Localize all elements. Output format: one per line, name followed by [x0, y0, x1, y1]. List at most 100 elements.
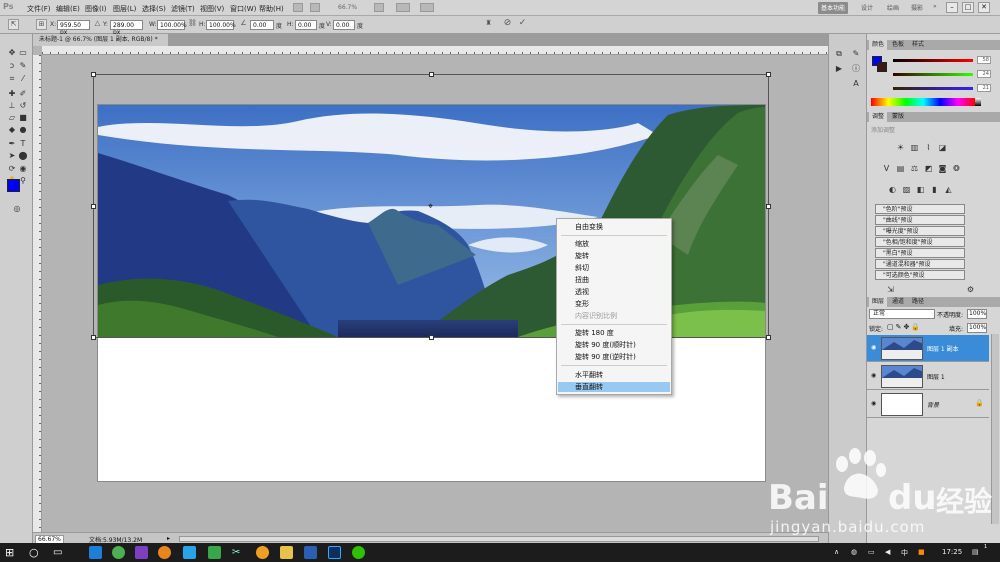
marquee-tool-icon[interactable]: ▭	[18, 48, 28, 58]
quick-select-tool-icon[interactable]: ✎	[18, 61, 28, 71]
preset-hue-saturation[interactable]: "色相/饱和度"预设	[875, 237, 965, 247]
path-select-tool-icon[interactable]: ➤	[7, 151, 17, 161]
lasso-tool-icon[interactable]: ↄ	[7, 61, 17, 71]
menu-layer[interactable]: 图层(L)	[113, 4, 136, 14]
levels-icon[interactable]: ▥	[909, 142, 920, 153]
preset-exposure[interactable]: "曝光度"预设	[875, 226, 965, 236]
preset-curves[interactable]: "曲线"预设	[875, 215, 965, 225]
file-explorer-icon[interactable]	[280, 546, 293, 559]
blue-slider[interactable]	[893, 87, 973, 90]
gradient-tool-icon[interactable]: ■	[18, 113, 28, 123]
maximize-button[interactable]: □	[962, 2, 974, 13]
crop-tool-icon[interactable]: ⌗	[7, 74, 17, 84]
bridge-icon[interactable]	[293, 3, 303, 12]
tab-layers[interactable]: 图层	[869, 297, 888, 307]
ctx-flip-horizontal[interactable]: 水平翻转	[558, 370, 670, 380]
ctx-scale[interactable]: 缩放	[558, 239, 670, 249]
selective-color-icon[interactable]: ◭	[943, 184, 954, 195]
zoom-level[interactable]: 66.7%	[338, 4, 357, 11]
screen-mode-icon[interactable]	[420, 3, 434, 12]
exposure-icon[interactable]: ◪	[937, 142, 948, 153]
color-spectrum-bar[interactable]	[871, 98, 975, 106]
search-icon[interactable]: ○	[29, 546, 42, 559]
brush-tool-icon[interactable]: ✐	[18, 89, 28, 99]
preset-selective-color[interactable]: "可选颜色"预设	[875, 270, 965, 280]
battery-icon[interactable]: ▭	[868, 548, 875, 556]
handle-top-center[interactable]	[429, 72, 434, 77]
handle-bottom-right[interactable]	[766, 335, 771, 340]
handle-middle-right[interactable]	[766, 204, 771, 209]
ctx-rotate-90-ccw[interactable]: 旋转 90 度(逆时针)	[558, 352, 670, 362]
width-field[interactable]: 100.00%	[157, 20, 187, 30]
x-field[interactable]: 959.50 px	[57, 20, 90, 36]
blue-value[interactable]: 21	[977, 84, 991, 92]
ctx-perspective[interactable]: 透视	[558, 287, 670, 297]
shape-tool-icon[interactable]: ⬤	[18, 151, 28, 161]
link-icon[interactable]: ⛓	[188, 19, 197, 30]
3d-rotate-tool-icon[interactable]: ⟳	[7, 164, 17, 174]
handle-bottom-center[interactable]	[429, 335, 434, 340]
history-panel-icon[interactable]: ⧉	[834, 49, 844, 59]
layer-name[interactable]: 背景	[927, 400, 939, 409]
word-icon[interactable]	[304, 546, 317, 559]
menu-view[interactable]: 视图(V)	[200, 4, 224, 14]
ime-indicator[interactable]: 中	[901, 548, 908, 558]
tab-masks[interactable]: 蒙版	[889, 112, 907, 122]
adjustment-options-icon[interactable]: ⚙	[965, 284, 976, 295]
hskew-field[interactable]: 0.00	[295, 20, 317, 30]
brush-panel-icon[interactable]: ✎	[851, 49, 861, 59]
hue-saturation-icon[interactable]: ▤	[895, 163, 906, 174]
menu-edit[interactable]: 编辑(E)	[56, 4, 80, 14]
transform-tool-icon[interactable]: ⇱	[8, 19, 19, 30]
visibility-eye-icon[interactable]: ◉	[871, 372, 879, 380]
blur-tool-icon[interactable]: ◆	[7, 125, 17, 135]
handle-top-left[interactable]	[91, 72, 96, 77]
menu-image[interactable]: 图像(I)	[85, 4, 107, 14]
opacity-field[interactable]: 100%	[967, 309, 987, 319]
tab-channels[interactable]: 通道	[889, 297, 907, 307]
photo-filter-icon[interactable]: ◙	[937, 163, 948, 174]
handle-bottom-left[interactable]	[91, 335, 96, 340]
color-balance-icon[interactable]: ⚖	[909, 163, 920, 174]
curves-icon[interactable]: ⌇	[923, 142, 934, 153]
menu-filter[interactable]: 滤镜(T)	[171, 4, 195, 14]
healing-brush-icon[interactable]: ✚	[7, 89, 17, 99]
ctx-free-transform[interactable]: 自由变换	[558, 222, 670, 232]
workspace-photography[interactable]: 摄影	[908, 2, 926, 14]
green-slider[interactable]	[893, 73, 973, 76]
clock[interactable]: 17:25	[942, 548, 962, 556]
blend-mode-select[interactable]: 正常	[869, 309, 935, 319]
wechat-icon[interactable]	[352, 546, 365, 559]
clone-stamp-icon[interactable]: ⊥	[7, 101, 17, 111]
green-app-icon[interactable]	[208, 546, 221, 559]
3d-camera-tool-icon[interactable]: ◉	[18, 164, 28, 174]
clip-to-layer-icon[interactable]: ⇲	[885, 284, 896, 295]
minibridge-icon[interactable]	[310, 3, 320, 12]
pen-tool-icon[interactable]: ✒	[7, 139, 17, 149]
angle-field[interactable]: 0.00	[250, 20, 274, 30]
volume-icon[interactable]: ◀	[885, 548, 890, 556]
visibility-eye-icon[interactable]: ◉	[871, 400, 879, 408]
lock-icons[interactable]: ▢✎✥🔒	[887, 323, 922, 331]
brightness-icon[interactable]: ☀	[895, 142, 906, 153]
preset-black-white[interactable]: "黑白"预设	[875, 248, 965, 258]
channel-mixer-icon[interactable]: ❂	[951, 163, 962, 174]
posterize-icon[interactable]: ▨	[901, 184, 912, 195]
vskew-field[interactable]: 0.00	[333, 20, 355, 30]
tencent-app-icon[interactable]	[183, 546, 196, 559]
gradient-map-icon[interactable]: ▮	[929, 184, 940, 195]
menu-help[interactable]: 帮助(H)	[259, 4, 284, 14]
layer-name[interactable]: 图层 1 副本	[927, 344, 959, 353]
eyedropper-tool-icon[interactable]: ⁄	[18, 74, 28, 84]
reference-point-icon[interactable]: ⊞	[36, 19, 47, 30]
threshold-icon[interactable]: ◧	[915, 184, 926, 195]
preset-levels[interactable]: "色阶"预设	[875, 204, 965, 214]
tab-adjustments[interactable]: 调整	[869, 112, 888, 122]
character-panel-icon[interactable]: A	[851, 79, 861, 89]
tray-chevron-icon[interactable]: ∧	[834, 548, 839, 556]
arrange-documents-icon[interactable]	[396, 3, 410, 12]
workspace-design[interactable]: 设计	[858, 2, 876, 14]
workspace-essentials[interactable]: 基本功能	[818, 2, 849, 14]
vibrance-icon[interactable]: V	[881, 163, 892, 174]
task-view-icon[interactable]: ▭	[53, 546, 66, 559]
